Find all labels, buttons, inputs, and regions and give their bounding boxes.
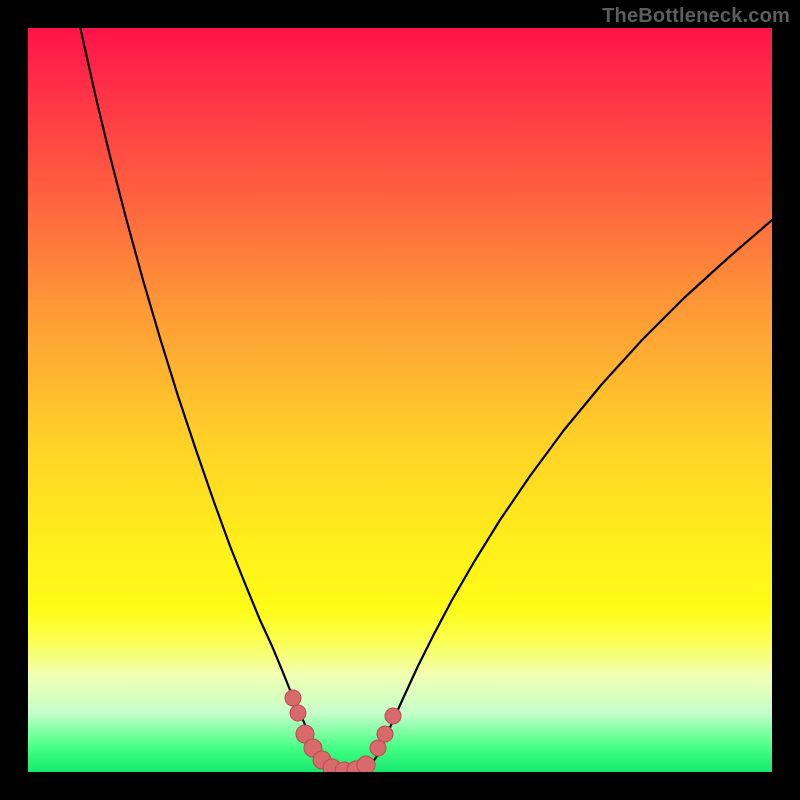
bottleneck-curve: [76, 28, 772, 772]
data-point-marker: [290, 705, 306, 721]
data-point-marker: [357, 756, 375, 772]
watermark-text: TheBottleneck.com: [602, 5, 790, 28]
data-point-marker: [385, 708, 401, 724]
data-point-marker: [370, 740, 386, 756]
chart-svg: [28, 28, 772, 772]
data-point-marker: [285, 690, 301, 706]
data-point-marker: [377, 726, 393, 742]
